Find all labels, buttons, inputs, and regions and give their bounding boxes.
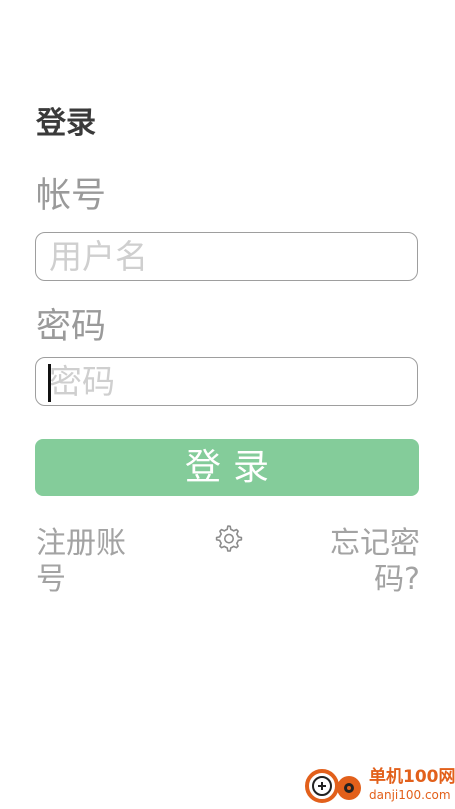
register-link[interactable]: 注册账号 — [36, 526, 140, 598]
username-placeholder: 用户名 — [49, 237, 148, 276]
username-input[interactable]: 用户名 — [35, 232, 418, 281]
watermark-url: danji100.com — [369, 788, 451, 802]
password-label: 密码 — [36, 307, 107, 347]
watermark-logo-icon — [305, 769, 361, 803]
page-title: 登录 — [36, 106, 96, 141]
gear-icon[interactable] — [212, 522, 244, 554]
forgot-password-link[interactable]: 忘记密码? — [318, 526, 420, 598]
login-button[interactable]: 登录 — [35, 439, 419, 496]
password-input[interactable]: 密码 — [35, 357, 418, 406]
password-placeholder: 密码 — [49, 362, 115, 401]
watermark-name: 单机100网 — [369, 767, 455, 787]
watermark: 单机100网 danji100.com — [303, 765, 455, 807]
account-label: 帐号 — [36, 176, 107, 216]
text-cursor — [48, 364, 51, 402]
